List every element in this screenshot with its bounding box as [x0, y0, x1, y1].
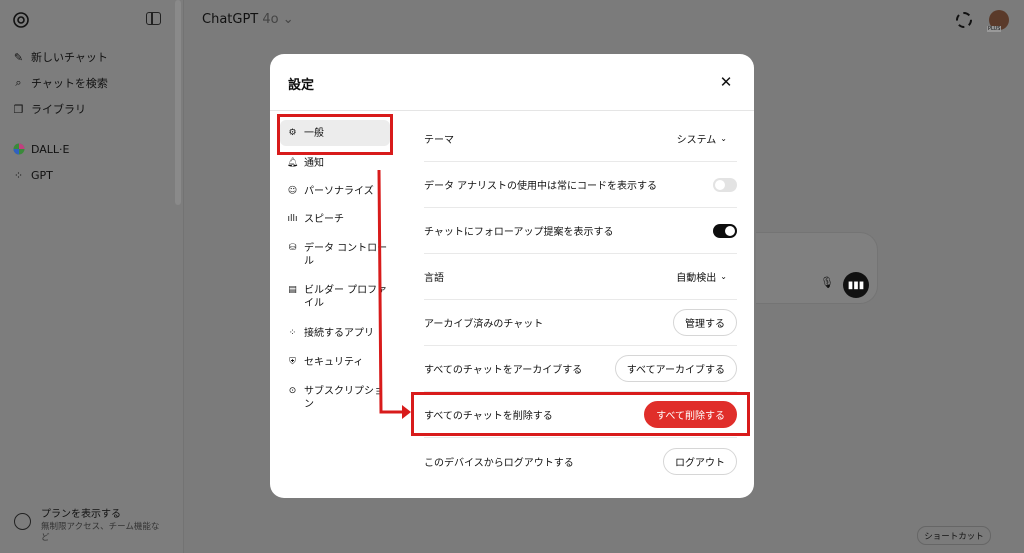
- subscription-icon: ⊙: [288, 386, 297, 396]
- dalle-icon: [12, 143, 25, 156]
- theme-dropdown[interactable]: システム ⌄: [677, 131, 727, 146]
- follow-up-toggle[interactable]: [713, 223, 737, 238]
- plan-title: プランを表示する: [41, 509, 121, 520]
- archive-all-button[interactable]: すべてアーカイブする: [614, 355, 737, 382]
- archive-all-label: すべてのチャットをアーカイブする: [424, 365, 583, 376]
- archived-chats-row: アーカイブ済みのチャット 管理する: [424, 300, 737, 346]
- language-value: 自動検出: [676, 273, 717, 284]
- tab-personalize[interactable]: ☺ パーソナライズ: [280, 185, 390, 198]
- chevron-down-icon: ⌄: [720, 134, 727, 143]
- tab-builder-profile[interactable]: ▤ ビルダー プロファイル: [280, 284, 390, 310]
- tab-label: セキュリティ: [304, 357, 364, 368]
- temporary-chat-icon[interactable]: [956, 12, 972, 28]
- chevron-down-icon: ⌄: [720, 272, 727, 281]
- sidebar-scrollbar[interactable]: [175, 0, 181, 205]
- gpt-grid-icon: ⁘: [13, 168, 24, 182]
- delete-all-highlight: [411, 392, 750, 436]
- general-tab-highlight: [277, 114, 393, 155]
- sidebar-toggle-icon[interactable]: [146, 12, 161, 25]
- bell-icon: 🔔︎: [286, 158, 299, 168]
- archived-chats-label: アーカイブ済みのチャット: [424, 319, 544, 330]
- plan-badge: PLUS: [987, 26, 1002, 32]
- close-icon[interactable]: ✕: [718, 74, 734, 90]
- manage-archived-button[interactable]: 管理する: [673, 309, 737, 336]
- tab-label: ビルダー プロファイル: [304, 285, 388, 309]
- shield-icon: ⛨: [289, 357, 296, 367]
- show-code-label: データ アナリストの使用中は常にコードを表示する: [424, 181, 657, 192]
- tab-security[interactable]: ⛨ セキュリティ: [280, 356, 390, 369]
- waveform-icon: ıllı: [287, 214, 298, 224]
- upgrade-icon: [14, 513, 31, 530]
- tab-subscription[interactable]: ⊙ サブスクリプション: [280, 385, 390, 411]
- shortcut-button[interactable]: ショートカット: [917, 526, 991, 545]
- archive-all-row: すべてのチャットをアーカイブする すべてアーカイブする: [424, 346, 737, 392]
- show-code-row: データ アナリストの使用中は常にコードを表示する: [424, 162, 737, 208]
- sidebar-item-label: チャットを検索: [31, 77, 108, 90]
- settings-title: 設定: [288, 78, 315, 93]
- sidebar-item-label: 新しいチャット: [31, 51, 108, 64]
- tab-label: 通知: [304, 158, 324, 169]
- avatar[interactable]: PLUS: [987, 10, 1009, 32]
- tab-connected-apps[interactable]: ⁘ 接続するアプリ: [280, 327, 390, 340]
- tab-label: パーソナライズ: [304, 186, 374, 197]
- logout-row: このデバイスからログアウトする ログアウト: [424, 438, 737, 484]
- microphone-icon[interactable]: 🎙: [820, 276, 834, 290]
- sidebar-item-search[interactable]: ⌕ チャットを検索: [12, 74, 108, 92]
- tab-label: 接続するアプリ: [304, 328, 374, 339]
- logout-label: このデバイスからログアウトする: [424, 457, 574, 469]
- database-icon: ⛁: [288, 243, 297, 253]
- theme-value: システム: [676, 135, 717, 146]
- view-plans-item[interactable]: プランを表示する 無制限アクセス、チーム機能など: [14, 505, 163, 544]
- tab-label: スピーチ: [304, 214, 344, 225]
- openai-logo-icon[interactable]: [12, 11, 30, 29]
- tab-notifications[interactable]: 🔔︎ 通知: [280, 157, 390, 170]
- tab-label: データ コントロール: [304, 243, 388, 267]
- voice-mode-button[interactable]: ▮▮▮: [843, 272, 869, 298]
- profile-card-icon: ▤: [288, 285, 297, 295]
- sidebar-item-library[interactable]: ❐ ライブラリ: [12, 100, 86, 118]
- sidebar-item-new-chat[interactable]: ✎ 新しいチャット: [12, 48, 108, 66]
- theme-row: テーマ システム ⌄: [424, 116, 737, 162]
- logout-button[interactable]: ログアウト: [663, 447, 737, 475]
- language-label: 言語: [424, 273, 444, 284]
- tab-speech[interactable]: ıllı スピーチ: [280, 213, 390, 226]
- search-icon: ⌕: [15, 76, 22, 89]
- sidebar-item-label: GPT: [31, 168, 53, 182]
- sidebar-item-dalle[interactable]: DALL·E: [12, 140, 70, 158]
- new-chat-icon: ✎: [13, 50, 24, 64]
- follow-up-label: チャットにフォローアップ提案を表示する: [424, 227, 614, 238]
- tab-data-controls[interactable]: ⛁ データ コントロール: [280, 242, 390, 268]
- language-row: 言語 自動検出 ⌄: [424, 254, 737, 300]
- library-icon: ❐: [13, 102, 24, 116]
- apps-grid-icon: ⁘: [288, 328, 297, 338]
- sidebar-item-label: DALL·E: [31, 142, 70, 156]
- model-selector[interactable]: ChatGPT 4o ⌄: [202, 12, 294, 27]
- person-icon: ☺: [287, 186, 298, 196]
- plan-subtitle: 無制限アクセス、チーム機能など: [41, 522, 160, 543]
- theme-label: テーマ: [424, 135, 454, 146]
- model-version: 4o: [262, 12, 279, 27]
- settings-header: 設定 ✕: [270, 54, 754, 111]
- sidebar-item-gpt[interactable]: ⁘ GPT: [12, 166, 53, 184]
- language-dropdown[interactable]: 自動検出 ⌄: [676, 269, 727, 284]
- follow-up-row: チャットにフォローアップ提案を表示する: [424, 208, 737, 254]
- chevron-down-icon: ⌄: [282, 12, 294, 27]
- sidebar-item-label: ライブラリ: [31, 103, 86, 116]
- sidebar: ✎ 新しいチャット ⌕ チャットを検索 ❐ ライブラリ DALL·E ⁘ GPT…: [0, 0, 184, 553]
- tab-label: サブスクリプション: [304, 386, 384, 410]
- show-code-toggle[interactable]: [713, 177, 737, 192]
- app-title: ChatGPT: [202, 12, 259, 27]
- waveform-icon: ▮▮▮: [847, 279, 865, 291]
